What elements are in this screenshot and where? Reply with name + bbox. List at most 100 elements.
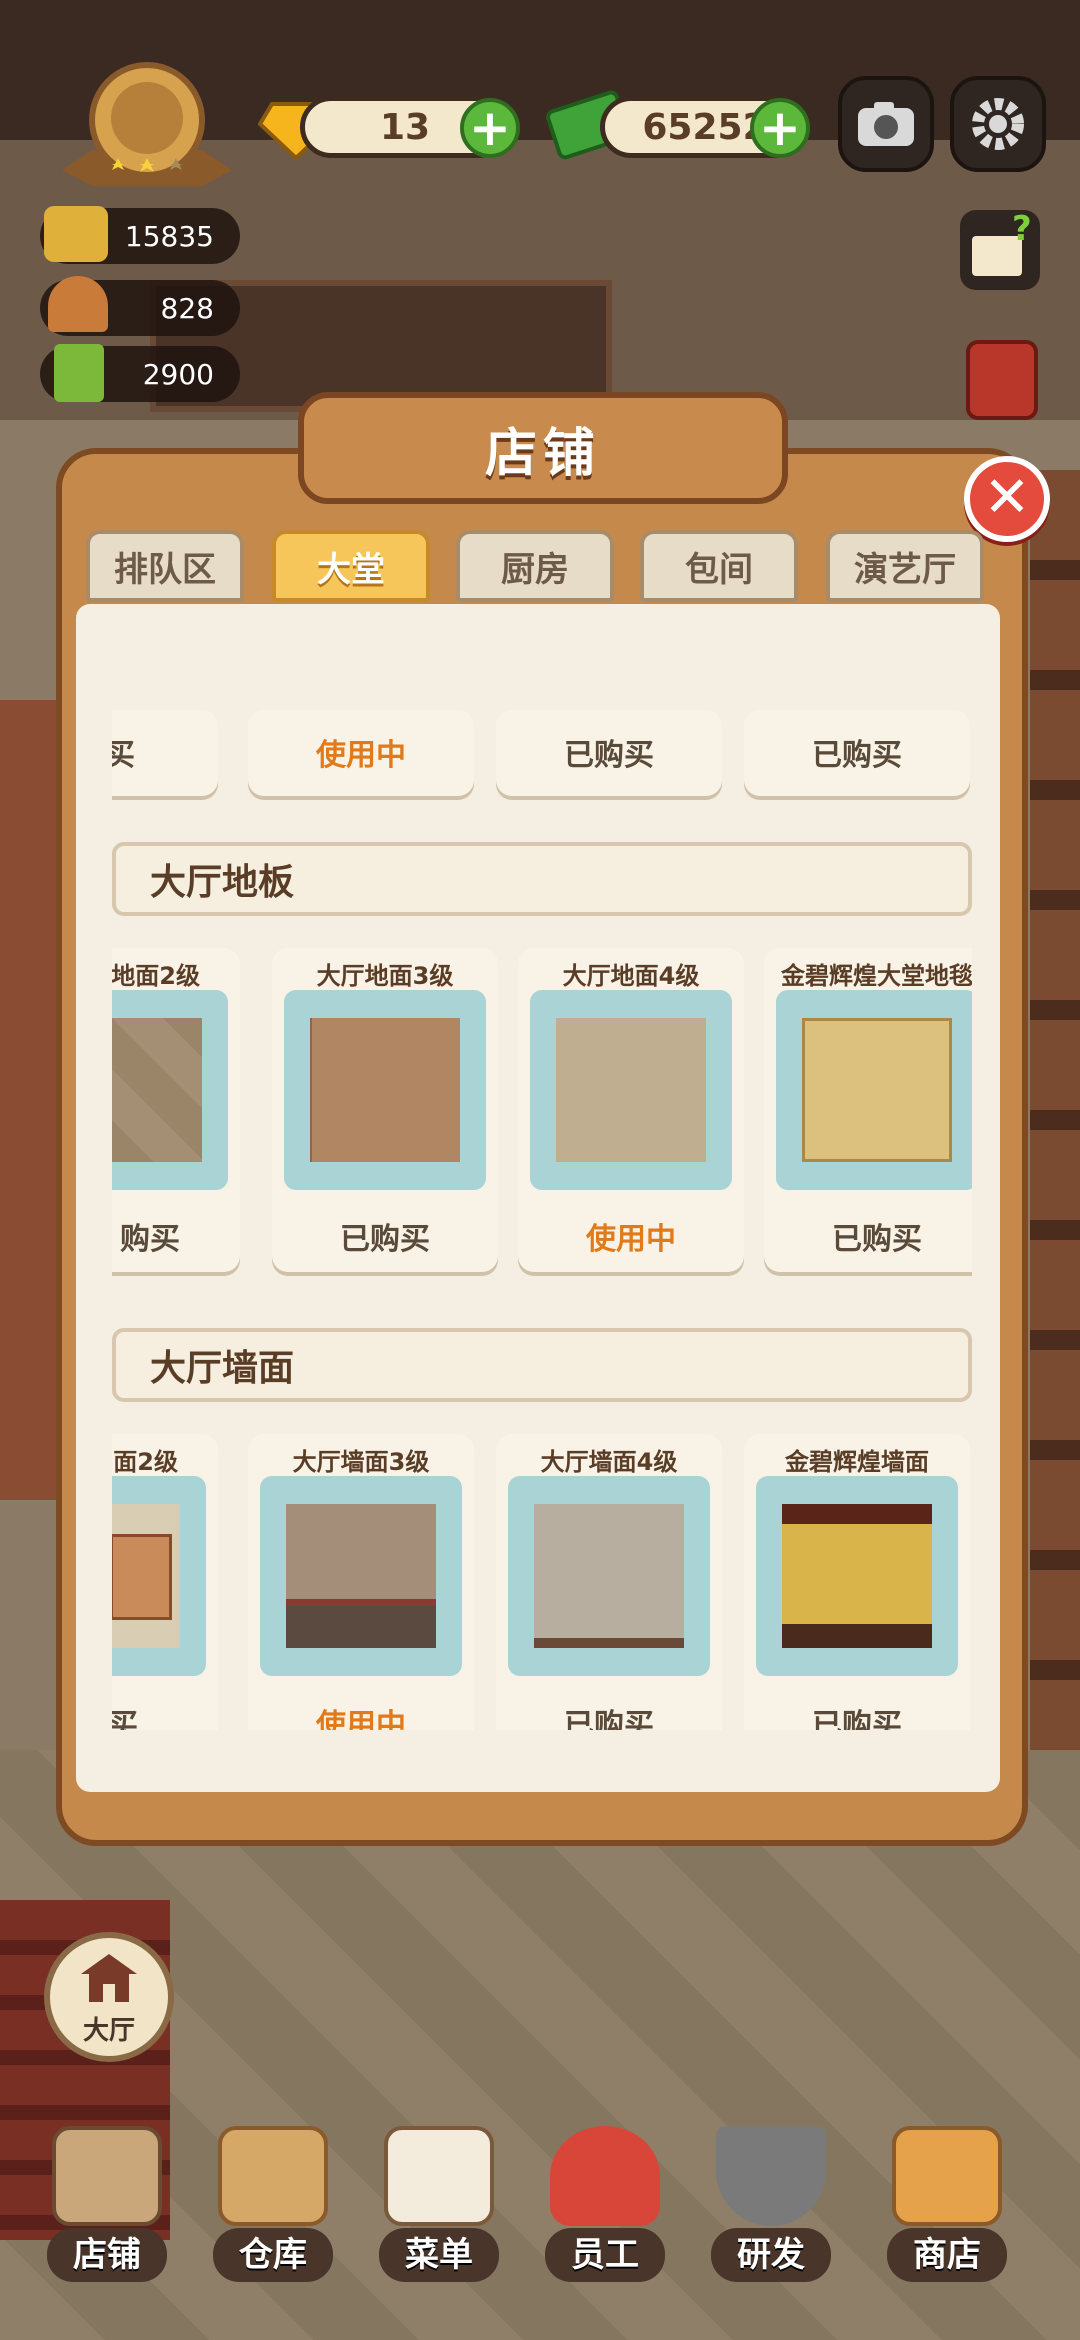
floor-tile-image (310, 1018, 460, 1162)
nav-menu[interactable]: 菜单 (374, 2126, 504, 2286)
tab-queue-area[interactable]: 排队区 (86, 530, 244, 602)
item-name: 大厅墙面3级 (292, 1448, 430, 1476)
nav-label: 仓库 (213, 2228, 333, 2282)
section-header-wall: 大厅墙面 (112, 1328, 972, 1402)
item-status: 已购买 (832, 1222, 922, 1257)
item-thumbnail (530, 990, 732, 1190)
item-status: 购买 (120, 1222, 180, 1257)
close-button[interactable]: ✕ (964, 456, 1050, 542)
item-thumbnail (112, 990, 228, 1190)
item-card[interactable]: 使用中 (248, 710, 474, 796)
nav-research[interactable]: 研发 (706, 2126, 836, 2286)
tab-label: 演艺厅 (854, 549, 956, 590)
item-card[interactable]: 金碧辉煌大堂地毯 已购买 (764, 948, 972, 1272)
cash-count: 65252 (642, 106, 768, 148)
item-status: 使用中 (316, 1708, 406, 1730)
tab-kitchen[interactable]: 厨房 (456, 530, 614, 602)
gem-count: 13 (379, 106, 431, 148)
item-name: 大厅地面4级 (562, 962, 700, 990)
add-gems-button[interactable]: + (460, 98, 520, 158)
item-status: 已购买 (340, 1222, 430, 1257)
tab-label: 排队区 (114, 549, 216, 590)
guide-book-button[interactable]: ? (960, 209, 1040, 290)
tab-private-room[interactable]: 包间 (640, 530, 798, 602)
item-card[interactable]: 金碧辉煌墙面 已购买 (744, 1434, 970, 1730)
book-icon (54, 344, 104, 402)
item-card[interactable]: 大厅地面4级 使用中 (518, 948, 744, 1272)
add-cash-button[interactable]: + (750, 98, 810, 158)
panel-title: 店铺 (298, 392, 788, 504)
nav-label: 商店 (887, 2228, 1007, 2282)
item-thumbnail (508, 1476, 710, 1676)
section-title: 大厅地板 (150, 862, 295, 903)
wok-icon (716, 2126, 826, 2226)
item-card[interactable]: 大厅地面3级 已购买 (272, 948, 498, 1272)
item-card[interactable]: 大厅墙面3级 使用中 (248, 1434, 474, 1730)
nav-label: 研发 (711, 2228, 831, 2282)
item-status: 已购买 (564, 738, 654, 773)
question-book-icon: ? (972, 209, 1032, 276)
item-card[interactable]: 面2级 购买 (112, 1434, 218, 1730)
item-status: 已购买 (812, 738, 902, 773)
item-scroll-list[interactable]: 购买 使用中 已购买 已购买 大厅地板 地面2级 购买 大厅地面3级 已购买 大… (112, 710, 972, 1730)
item-status: 购买 (112, 1708, 138, 1730)
recipe-scroll-button[interactable] (966, 340, 1038, 420)
nav-warehouse[interactable]: 仓库 (208, 2126, 338, 2286)
item-thumbnail (260, 1476, 462, 1676)
hall-button-label: 大厅 (82, 2016, 135, 2046)
tab-performance-hall[interactable]: 演艺厅 (826, 530, 984, 602)
panel-title-text: 店铺 (484, 423, 601, 484)
stat-value-2: 828 (160, 291, 214, 325)
tab-label: 厨房 (501, 549, 569, 590)
nav-label: 菜单 (379, 2228, 499, 2282)
stat-value-3: 2900 (142, 357, 214, 391)
svg-text:?: ? (1012, 210, 1032, 249)
shop-icon (52, 2126, 162, 2226)
boxes-icon (218, 2126, 328, 2226)
clipboard-icon (384, 2126, 494, 2226)
camera-button[interactable] (838, 76, 934, 172)
nav-staff[interactable]: 员工 (540, 2126, 670, 2286)
floor-tile-image (112, 1018, 202, 1162)
level-badge-icon (62, 62, 232, 186)
store-icon (892, 2126, 1002, 2226)
wall-image (286, 1504, 436, 1648)
nav-store[interactable]: 商店 (882, 2126, 1012, 2286)
item-status: 购买 (112, 738, 135, 773)
item-card[interactable]: 已购买 (496, 710, 722, 796)
item-card[interactable]: 已购买 (744, 710, 970, 796)
gear-icon (972, 98, 1024, 150)
camera-icon (858, 102, 914, 146)
tab-label: 包间 (685, 549, 753, 590)
item-name: 面2级 (113, 1448, 178, 1476)
item-card[interactable]: 地面2级 购买 (112, 948, 240, 1272)
section-header-floor: 大厅地板 (112, 842, 972, 916)
item-status: 已购买 (812, 1708, 902, 1730)
nav-label: 店铺 (47, 2228, 167, 2282)
level-badge[interactable] (52, 60, 242, 190)
item-card[interactable]: 购买 (112, 710, 218, 796)
dish-icon (48, 276, 108, 332)
item-card[interactable]: 大厅墙面4级 已购买 (496, 1434, 722, 1730)
section-title: 大厅墙面 (150, 1348, 295, 1389)
carpet-image (802, 1018, 952, 1162)
poster-image (112, 1534, 172, 1620)
item-name: 大厅地面3级 (316, 962, 454, 990)
nav-shop[interactable]: 店铺 (42, 2126, 172, 2286)
settings-button[interactable] (950, 76, 1046, 172)
item-status: 使用中 (586, 1222, 676, 1257)
tab-label: 大堂 (317, 549, 385, 590)
item-thumbnail (756, 1476, 958, 1676)
hall-button[interactable]: 大厅 (44, 1932, 174, 2062)
wall-image (534, 1504, 684, 1648)
chef-avatar-icon (550, 2126, 660, 2226)
item-name: 地面2级 (112, 962, 200, 990)
right-wall (1030, 470, 1080, 1970)
item-name: 金碧辉煌大堂地毯 (781, 962, 972, 990)
item-name: 金碧辉煌墙面 (785, 1448, 929, 1476)
nav-label: 员工 (545, 2228, 665, 2282)
item-thumbnail (284, 990, 486, 1190)
tab-lobby[interactable]: 大堂 (272, 530, 430, 602)
pot-icon (44, 206, 108, 262)
item-status: 使用中 (316, 738, 406, 773)
